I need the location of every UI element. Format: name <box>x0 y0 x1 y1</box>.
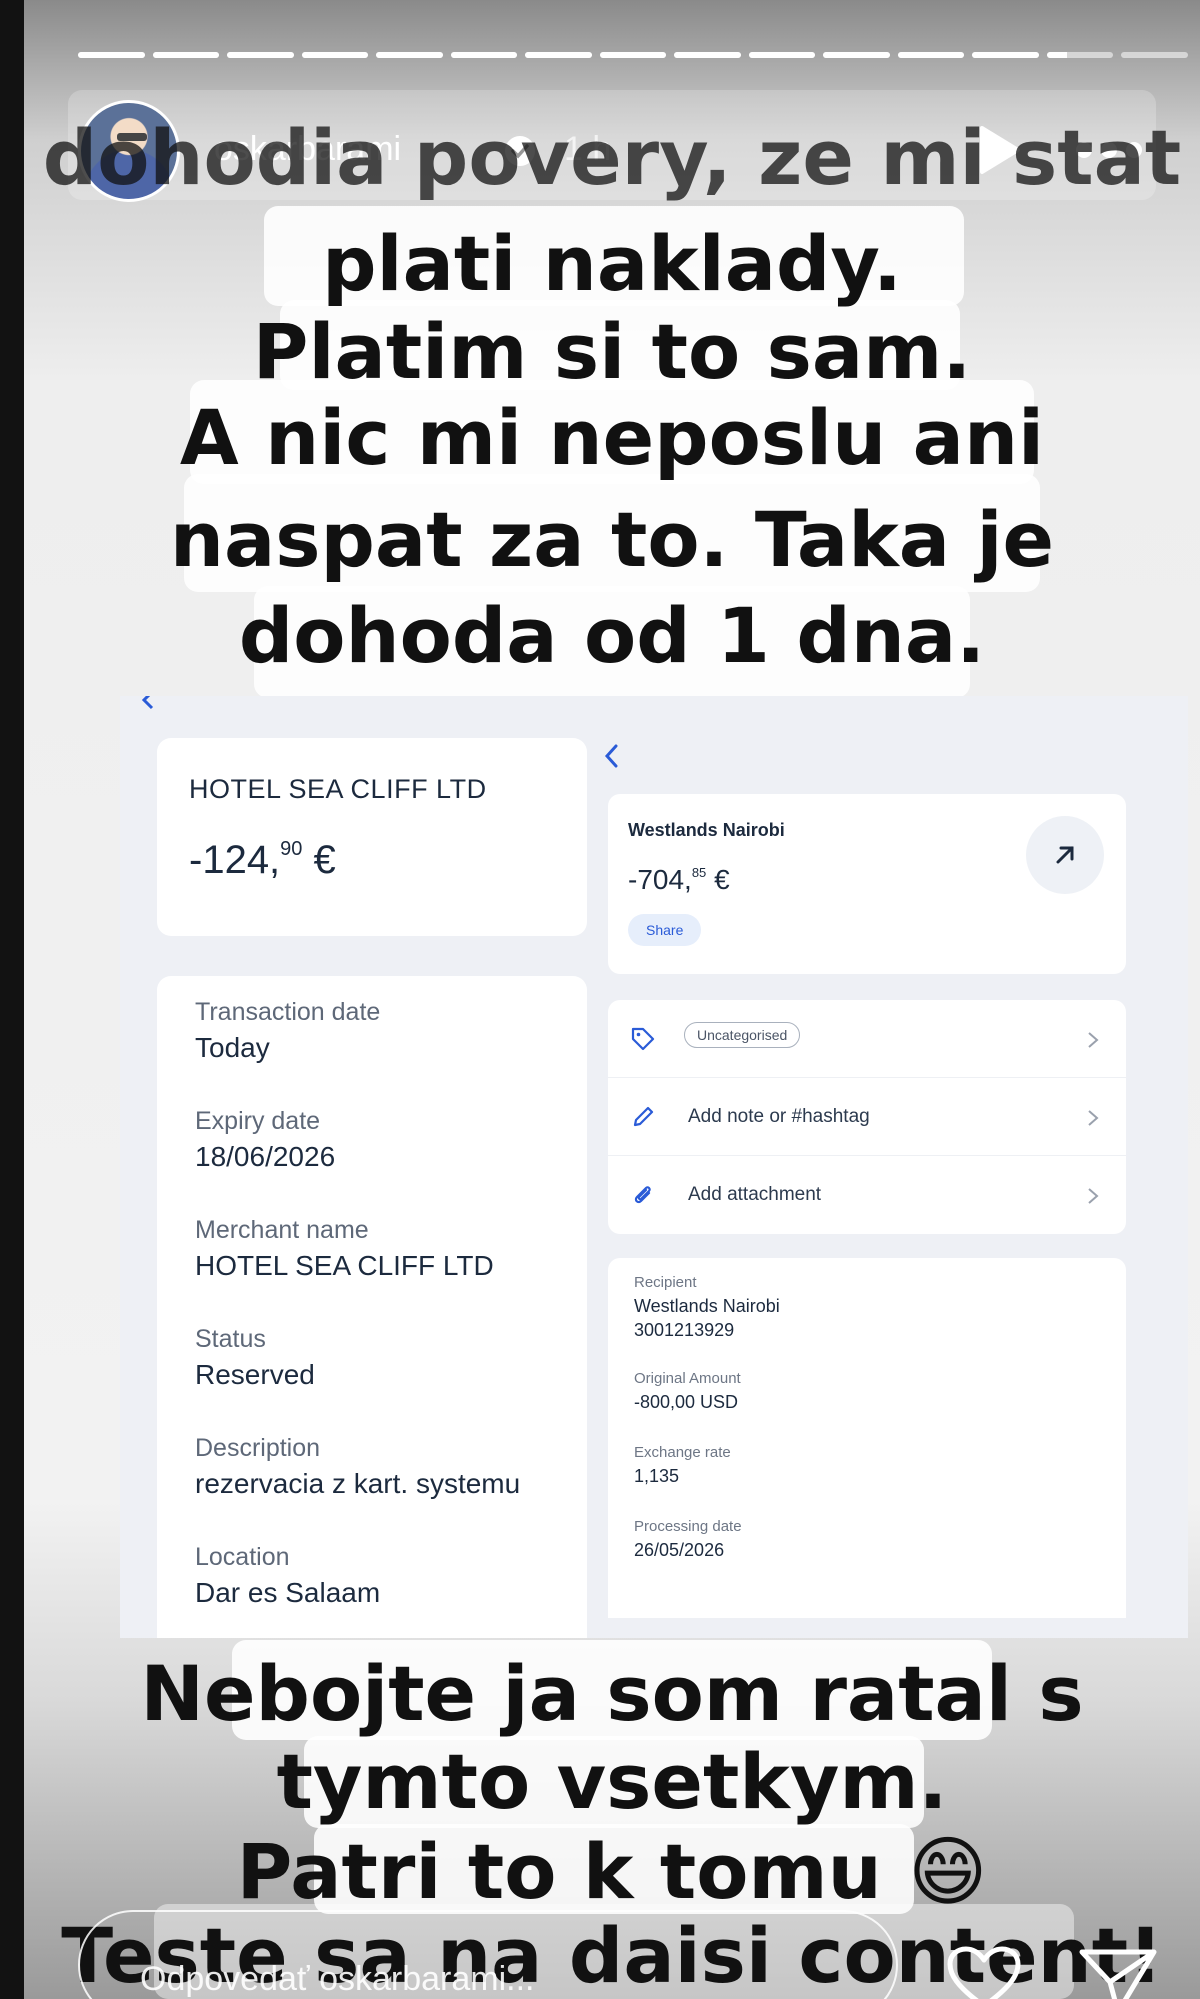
transaction-summary-card: Westlands Nairobi -704,85 € Share <box>608 794 1126 974</box>
chevron-right-icon <box>1088 1110 1099 1126</box>
recipient-value: Westlands Nairobi <box>634 1296 780 1316</box>
progress-segment <box>897 52 965 58</box>
chevron-right-icon <box>1088 1188 1099 1204</box>
recipient-account: 3001213929 <box>634 1320 735 1340</box>
description-label: Description <box>195 1434 321 1462</box>
send-icon[interactable] <box>1078 1946 1158 1999</box>
description-value: rezervacia z kart. systemu <box>195 1468 521 1499</box>
merchant-name: Westlands Nairobi <box>628 820 785 840</box>
progress-segment <box>1046 52 1114 58</box>
back-arrow-icon <box>141 696 154 710</box>
transaction-summary-card: HOTEL SEA CLIFF LTD -124,90 € <box>157 738 587 936</box>
reply-placeholder: Odpovedať oskarbarami... <box>140 1960 535 1998</box>
progress-segment <box>599 52 667 58</box>
chevron-right-icon <box>1088 1032 1099 1048</box>
progress-segment <box>972 52 1039 58</box>
transaction-amount: -124,90 € <box>189 838 336 882</box>
story-slide[interactable]: oskarbarami 1 h dohodia povery, ze mi st… <box>24 0 1200 1999</box>
heart-icon[interactable] <box>946 1946 1022 1999</box>
back-arrow-icon[interactable] <box>600 740 624 772</box>
location-value: Dar es Salaam <box>195 1577 381 1608</box>
banking-screenshot: HOTEL SEA CLIFF LTD -124,90 € Transactio… <box>120 696 1188 1638</box>
add-note-label: Add note or #hashtag <box>688 1106 870 1127</box>
progress-segment <box>674 52 741 58</box>
merchant-name: HOTEL SEA CLIFF LTD <box>189 774 487 804</box>
caption-top-line: naspat za to. Taka je <box>169 495 1055 584</box>
story-progress-bar <box>78 52 1188 58</box>
original-amount-value: -800,00 USD <box>634 1392 739 1412</box>
status-value: Reserved <box>195 1359 315 1390</box>
caption-top-line: A nic mi neposlu ani <box>179 393 1045 482</box>
exchange-rate-label: Exchange rate <box>634 1444 731 1461</box>
transaction-details-card: Transaction date Today Expiry date 18/06/20… <box>157 976 587 1638</box>
expiry-date-label: Expiry date <box>195 1107 321 1135</box>
progress-segment <box>450 52 518 58</box>
share-button[interactable]: Share <box>628 914 702 946</box>
progress-segment <box>376 52 443 58</box>
transaction-actions-card: Uncategorised Add note or #hashtag Add a… <box>608 1000 1126 1234</box>
progress-segment <box>525 52 592 58</box>
arrow-up-right-icon <box>1056 846 1074 864</box>
tag-icon <box>631 1027 655 1051</box>
processing-date-value: 26/05/2026 <box>634 1540 725 1560</box>
status-label: Status <box>195 1325 266 1353</box>
progress-segment <box>78 52 145 58</box>
exchange-rate-value: 1,135 <box>634 1466 680 1486</box>
open-transaction-button[interactable] <box>1026 816 1104 894</box>
merchant-name-value: HOTEL SEA CLIFF LTD <box>195 1250 494 1281</box>
add-note-row[interactable]: Add note or #hashtag <box>608 1078 1126 1156</box>
progress-segment <box>823 52 890 58</box>
category-row[interactable]: Uncategorised <box>608 1000 1126 1078</box>
add-attachment-row[interactable]: Add attachment <box>608 1156 1126 1234</box>
pencil-icon <box>633 1106 654 1127</box>
progress-segment <box>1121 52 1188 58</box>
transaction-date-label: Transaction date <box>195 998 381 1026</box>
progress-segment <box>301 52 369 58</box>
processing-date-label: Processing date <box>634 1518 742 1535</box>
original-amount-label: Original Amount <box>634 1370 741 1387</box>
progress-segment <box>227 52 294 58</box>
paperclip-icon <box>634 1186 651 1204</box>
second-transaction-panel: Westlands Nairobi -704,85 € Share Uncate… <box>588 736 1164 1618</box>
transaction-info-card: Recipient Westlands Nairobi 3001213929 O… <box>608 1258 1126 1618</box>
transaction-amount: -704,85 € <box>628 864 730 895</box>
location-label: Location <box>195 1543 290 1571</box>
story-viewer: oskarbarami 1 h dohodia povery, ze mi st… <box>0 0 1200 1999</box>
merchant-name-label: Merchant name <box>195 1216 369 1244</box>
caption-top-line: dohoda od 1 dna. <box>238 591 986 680</box>
transaction-date-value: Today <box>195 1032 270 1063</box>
expiry-date-value: 18/06/2026 <box>195 1141 336 1172</box>
add-attachment-label: Add attachment <box>688 1184 822 1205</box>
category-tag: Uncategorised <box>684 1022 801 1048</box>
caption-top-line: dohodia povery, ze mi stat <box>42 113 1182 202</box>
progress-segment <box>748 52 816 58</box>
progress-segment <box>152 52 220 58</box>
recipient-label: Recipient <box>634 1274 697 1291</box>
